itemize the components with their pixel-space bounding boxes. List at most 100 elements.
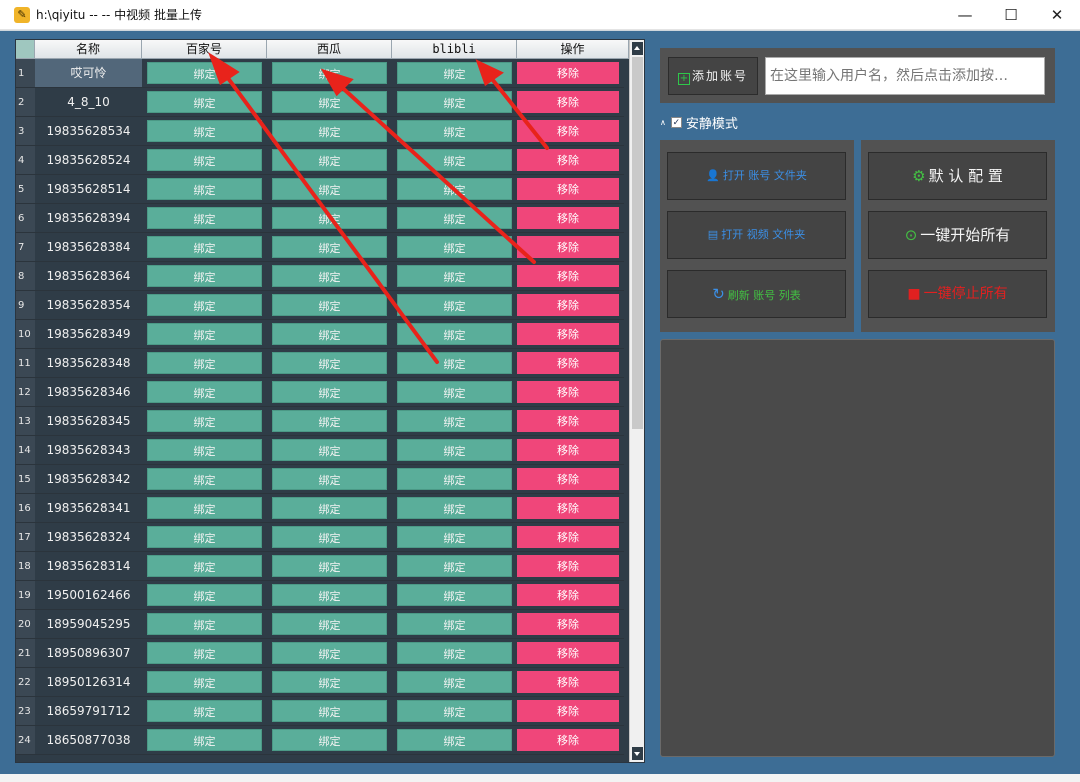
table-row[interactable]: 23 18659791712 绑定 绑定 绑定 移除 (16, 697, 629, 726)
refresh-list-button[interactable]: ↻ 刷新 账号 列表 (667, 270, 846, 318)
bind-baijiahao-button[interactable]: 绑定 (147, 323, 262, 345)
bind-blibli-button[interactable]: 绑定 (397, 468, 512, 490)
bind-blibli-button[interactable]: 绑定 (397, 439, 512, 461)
bind-blibli-button[interactable]: 绑定 (397, 120, 512, 142)
row-number[interactable]: 19 (16, 581, 35, 610)
table-row[interactable]: 15 19835628342 绑定 绑定 绑定 移除 (16, 465, 629, 494)
bind-baijiahao-button[interactable]: 绑定 (147, 526, 262, 548)
bind-baijiahao-button[interactable]: 绑定 (147, 700, 262, 722)
bind-xigua-button[interactable]: 绑定 (272, 381, 387, 403)
bind-xigua-button[interactable]: 绑定 (272, 642, 387, 664)
bind-xigua-button[interactable]: 绑定 (272, 700, 387, 722)
remove-account-button[interactable]: 移除 (517, 236, 619, 258)
row-number[interactable]: 15 (16, 465, 35, 494)
row-number[interactable]: 16 (16, 494, 35, 523)
account-name-cell[interactable]: 18950126314 (35, 668, 142, 697)
account-name-cell[interactable]: 19835628354 (35, 291, 142, 320)
bind-blibli-button[interactable]: 绑定 (397, 265, 512, 287)
remove-account-button[interactable]: 移除 (517, 62, 619, 84)
scroll-thumb[interactable] (632, 57, 643, 429)
bind-xigua-button[interactable]: 绑定 (272, 410, 387, 432)
row-number[interactable]: 1 (16, 59, 35, 88)
table-row[interactable]: 11 19835628348 绑定 绑定 绑定 移除 (16, 349, 629, 378)
bind-baijiahao-button[interactable]: 绑定 (147, 120, 262, 142)
remove-account-button[interactable]: 移除 (517, 584, 619, 606)
bind-xigua-button[interactable]: 绑定 (272, 120, 387, 142)
row-number[interactable]: 8 (16, 262, 35, 291)
remove-account-button[interactable]: 移除 (517, 294, 619, 316)
table-row[interactable]: 22 18950126314 绑定 绑定 绑定 移除 (16, 668, 629, 697)
column-header-name[interactable]: 名称 (35, 40, 142, 59)
bind-blibli-button[interactable]: 绑定 (397, 526, 512, 548)
row-number[interactable]: 2 (16, 88, 35, 117)
bind-xigua-button[interactable]: 绑定 (272, 323, 387, 345)
bind-xigua-button[interactable]: 绑定 (272, 294, 387, 316)
account-name-cell[interactable]: 19835628343 (35, 436, 142, 465)
start-all-button[interactable]: ⊙ 一键开始所有 (868, 211, 1047, 259)
bind-blibli-button[interactable]: 绑定 (397, 410, 512, 432)
bind-baijiahao-button[interactable]: 绑定 (147, 236, 262, 258)
bind-xigua-button[interactable]: 绑定 (272, 178, 387, 200)
row-number[interactable]: 17 (16, 523, 35, 552)
bind-baijiahao-button[interactable]: 绑定 (147, 439, 262, 461)
account-name-cell[interactable]: 19500162466 (35, 581, 142, 610)
row-number[interactable]: 3 (16, 117, 35, 146)
bind-baijiahao-button[interactable]: 绑定 (147, 91, 262, 113)
remove-account-button[interactable]: 移除 (517, 178, 619, 200)
bind-xigua-button[interactable]: 绑定 (272, 497, 387, 519)
bind-blibli-button[interactable]: 绑定 (397, 671, 512, 693)
account-name-cell[interactable]: 19835628342 (35, 465, 142, 494)
row-number[interactable]: 24 (16, 726, 35, 755)
bind-blibli-button[interactable]: 绑定 (397, 584, 512, 606)
remove-account-button[interactable]: 移除 (517, 439, 619, 461)
bind-baijiahao-button[interactable]: 绑定 (147, 149, 262, 171)
remove-account-button[interactable]: 移除 (517, 352, 619, 374)
account-name-cell[interactable]: 19835628345 (35, 407, 142, 436)
bind-blibli-button[interactable]: 绑定 (397, 613, 512, 635)
quiet-mode-checkbox[interactable]: ✓ (670, 116, 682, 128)
table-row[interactable]: 20 18959045295 绑定 绑定 绑定 移除 (16, 610, 629, 639)
bind-xigua-button[interactable]: 绑定 (272, 207, 387, 229)
table-row[interactable]: 16 19835628341 绑定 绑定 绑定 移除 (16, 494, 629, 523)
bind-baijiahao-button[interactable]: 绑定 (147, 584, 262, 606)
row-number[interactable]: 10 (16, 320, 35, 349)
bind-blibli-button[interactable]: 绑定 (397, 236, 512, 258)
bind-blibli-button[interactable]: 绑定 (397, 555, 512, 577)
row-number[interactable]: 13 (16, 407, 35, 436)
table-row[interactable]: 17 19835628324 绑定 绑定 绑定 移除 (16, 523, 629, 552)
bind-xigua-button[interactable]: 绑定 (272, 671, 387, 693)
account-name-cell[interactable]: 19835628514 (35, 175, 142, 204)
bind-baijiahao-button[interactable]: 绑定 (147, 294, 262, 316)
bind-baijiahao-button[interactable]: 绑定 (147, 555, 262, 577)
row-number[interactable]: 4 (16, 146, 35, 175)
bind-baijiahao-button[interactable]: 绑定 (147, 613, 262, 635)
row-number[interactable]: 23 (16, 697, 35, 726)
row-number[interactable]: 5 (16, 175, 35, 204)
close-button[interactable]: ✕ (1034, 0, 1080, 30)
bind-baijiahao-button[interactable]: 绑定 (147, 381, 262, 403)
bind-blibli-button[interactable]: 绑定 (397, 381, 512, 403)
bind-xigua-button[interactable]: 绑定 (272, 265, 387, 287)
scroll-down-arrow-icon[interactable] (632, 747, 643, 760)
table-row[interactable]: 14 19835628343 绑定 绑定 绑定 移除 (16, 436, 629, 465)
table-row[interactable]: 6 19835628394 绑定 绑定 绑定 移除 (16, 204, 629, 233)
bind-blibli-button[interactable]: 绑定 (397, 178, 512, 200)
account-name-cell[interactable]: 19835628394 (35, 204, 142, 233)
table-scrollbar[interactable] (629, 40, 644, 762)
column-header-blibli[interactable]: blibli (392, 40, 517, 59)
remove-account-button[interactable]: 移除 (517, 468, 619, 490)
default-config-button[interactable]: ⚙ 默 认 配 置 (868, 152, 1047, 200)
bind-baijiahao-button[interactable]: 绑定 (147, 352, 262, 374)
row-number[interactable]: 14 (16, 436, 35, 465)
table-row[interactable]: 24 18650877038 绑定 绑定 绑定 移除 (16, 726, 629, 755)
table-row[interactable]: 18 19835628314 绑定 绑定 绑定 移除 (16, 552, 629, 581)
remove-account-button[interactable]: 移除 (517, 700, 619, 722)
bind-baijiahao-button[interactable]: 绑定 (147, 265, 262, 287)
table-row[interactable]: 10 19835628349 绑定 绑定 绑定 移除 (16, 320, 629, 349)
row-number[interactable]: 21 (16, 639, 35, 668)
remove-account-button[interactable]: 移除 (517, 526, 619, 548)
account-name-cell[interactable]: 4_8_10 (35, 88, 142, 117)
bind-blibli-button[interactable]: 绑定 (397, 62, 512, 84)
bind-baijiahao-button[interactable]: 绑定 (147, 642, 262, 664)
bind-xigua-button[interactable]: 绑定 (272, 468, 387, 490)
